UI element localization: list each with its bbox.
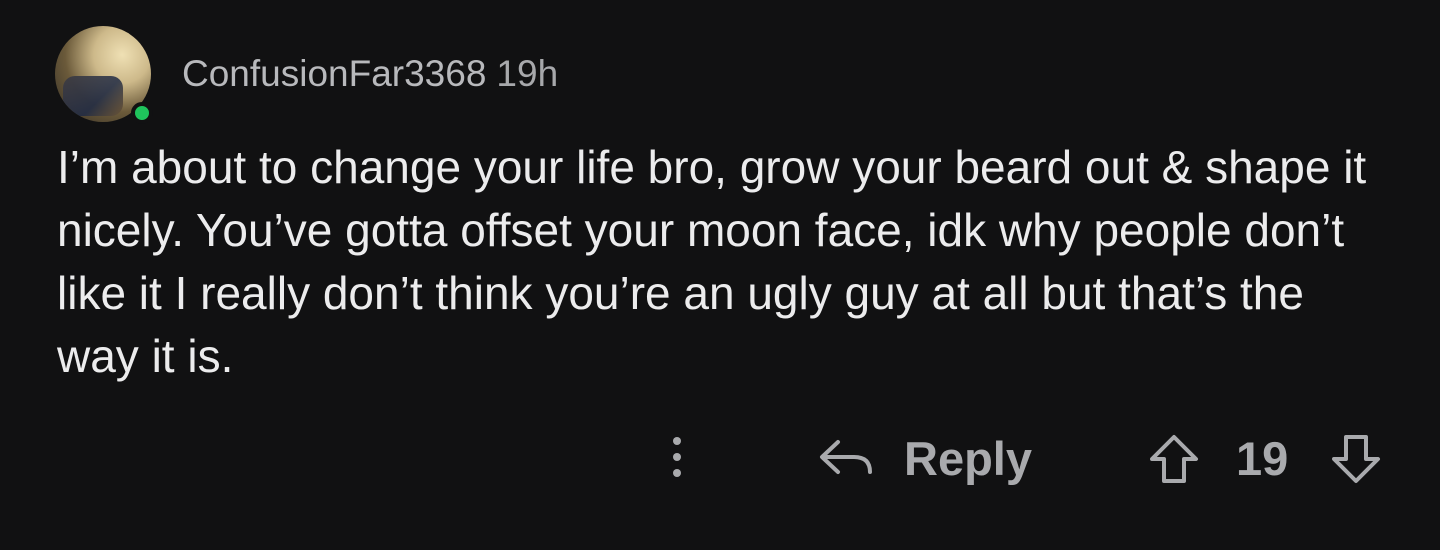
more-options-button[interactable] bbox=[660, 429, 694, 485]
reply-arrow-icon bbox=[818, 438, 874, 478]
more-vertical-icon-dot bbox=[673, 453, 681, 461]
comment-age: 19h bbox=[496, 53, 559, 94]
comment-body: I’m about to change your life bro, grow … bbox=[57, 141, 1367, 382]
avatar[interactable] bbox=[55, 26, 153, 124]
online-status-indicator bbox=[131, 102, 153, 124]
more-vertical-icon bbox=[673, 437, 681, 445]
upvote-button[interactable] bbox=[1148, 433, 1200, 485]
reply-label: Reply bbox=[904, 431, 1032, 485]
vote-score: 19 bbox=[1236, 432, 1289, 485]
more-vertical-icon-dot bbox=[673, 469, 681, 477]
comment-card: ConfusionFar3368 19h I’m about to change … bbox=[0, 0, 1440, 550]
comment-actions: Reply 19 bbox=[0, 425, 1440, 495]
username-link[interactable]: ConfusionFar3368 bbox=[182, 53, 486, 94]
comment-meta: ConfusionFar3368 19h bbox=[182, 52, 558, 96]
downvote-button[interactable] bbox=[1330, 433, 1382, 485]
reply-button[interactable]: Reply bbox=[818, 425, 1032, 491]
arrow-down-icon bbox=[1332, 435, 1380, 483]
arrow-up-icon bbox=[1150, 435, 1198, 483]
